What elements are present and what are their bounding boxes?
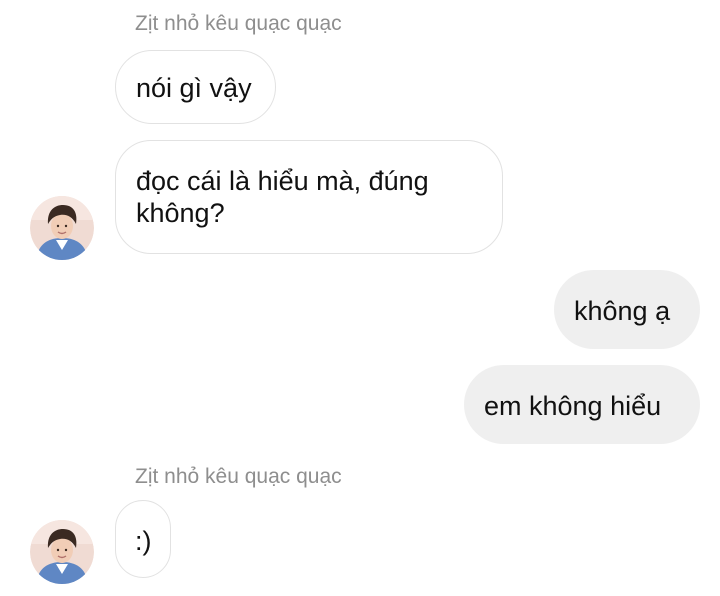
message-bubble-incoming[interactable]: nói gì vậy	[115, 50, 276, 124]
message-text: không ạ	[574, 296, 671, 326]
message-bubble-incoming[interactable]: :)	[115, 500, 171, 578]
message-text-line-2: không?	[136, 198, 225, 228]
sender-name: Zịt nhỏ kêu quạc quạc	[135, 465, 342, 488]
message-text-line-1: đọc cái là hiểu mà, đúng	[136, 166, 429, 196]
avatar[interactable]	[30, 520, 94, 584]
message-text: :)	[135, 526, 152, 556]
message-text: em không hiểu	[484, 391, 662, 421]
message-bubble-outgoing[interactable]: không ạ	[554, 270, 700, 349]
avatar[interactable]	[30, 196, 94, 260]
message-bubble-incoming[interactable]: đọc cái là hiểu mà, đúng không?	[115, 140, 503, 254]
message-text: nói gì vậy	[136, 73, 252, 103]
message-bubble-outgoing[interactable]: em không hiểu	[464, 365, 700, 444]
sender-name: Zịt nhỏ kêu quạc quạc	[135, 12, 342, 35]
